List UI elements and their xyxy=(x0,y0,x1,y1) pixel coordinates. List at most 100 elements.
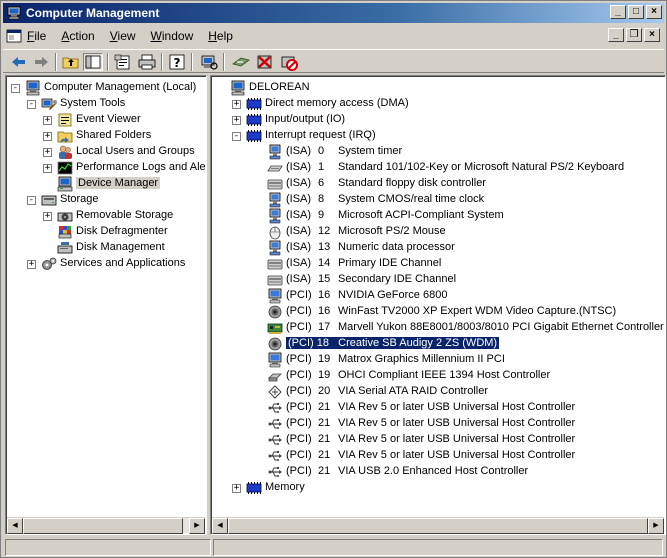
category-label: Input/output (IO) xyxy=(265,113,346,125)
tree-event-viewer[interactable]: + Event Viewer xyxy=(7,112,206,128)
irq-device-row[interactable]: (PCI) 21 VIA USB 2.0 Enhanced Host Control… xyxy=(212,464,665,480)
irq-number: 17 xyxy=(318,321,331,333)
forward-arrow-icon[interactable] xyxy=(31,53,51,71)
irq-device-row[interactable]: (ISA) 9 Microsoft ACPI-Compliant System xyxy=(212,208,665,224)
tree-disk-defragmenter[interactable]: Disk Defragmenter xyxy=(7,224,206,240)
child-minimize-button[interactable]: _ xyxy=(608,28,624,42)
tree-item-label: Services and Applications xyxy=(60,257,186,269)
category-row[interactable]: + Input/output (IO) xyxy=(212,112,665,128)
irq-device-row[interactable]: (PCI) 16 WinFast TV2000 XP Expert WDM Vide… xyxy=(212,304,665,320)
irq-device-row[interactable]: (PCI) 19 Matrox Graphics Millennium II PCI xyxy=(212,352,665,368)
category-row[interactable]: - Interrupt request (IRQ) xyxy=(212,128,665,144)
up-folder-icon[interactable] xyxy=(61,53,81,71)
right-horizontal-scrollbar[interactable]: ◀ ▶ xyxy=(212,517,664,534)
expand-icon[interactable]: + xyxy=(232,100,241,109)
collapse-icon[interactable]: - xyxy=(232,132,241,141)
tree-services-applications[interactable]: + Services and Applications xyxy=(7,256,206,272)
help-icon[interactable]: ? xyxy=(167,53,187,71)
category-row[interactable]: + Direct memory access (DMA) xyxy=(212,96,665,112)
child-close-button[interactable]: × xyxy=(644,28,660,42)
device-name: System timer xyxy=(338,145,403,157)
device-name: VIA Serial ATA RAID Controller xyxy=(338,385,488,397)
expand-icon[interactable]: + xyxy=(43,132,52,141)
scroll-right-arrow-icon[interactable]: ▶ xyxy=(648,518,664,534)
irq-bus: (PCI) xyxy=(286,433,312,445)
irq-device-row[interactable]: (PCI) 21 VIA Rev 5 or later USB Universal … xyxy=(212,432,665,448)
irq-device-row[interactable]: (ISA) 12 Microsoft PS/2 Mouse xyxy=(212,224,665,240)
expand-icon[interactable]: + xyxy=(43,116,52,125)
back-arrow-icon[interactable] xyxy=(9,53,29,71)
irq-device-row[interactable]: (ISA) 1 Standard 101/102-Key or Microsoft … xyxy=(212,160,665,176)
tree-performance-logs[interactable]: + Performance Logs and Alerts xyxy=(7,160,206,176)
device-name: Standard floppy disk controller xyxy=(338,177,486,189)
expand-icon[interactable]: + xyxy=(232,484,241,493)
tree-removable-storage[interactable]: + Removable Storage xyxy=(7,208,206,224)
scroll-thumb[interactable] xyxy=(228,518,648,534)
irq-number: 1 xyxy=(318,161,325,173)
expand-icon[interactable]: + xyxy=(43,212,52,221)
collapse-icon[interactable]: - xyxy=(27,100,36,109)
tree-storage[interactable]: - Storage xyxy=(7,192,206,208)
show-hide-tree-button[interactable] xyxy=(83,53,103,71)
irq-device-row[interactable]: (PCI) 21 VIA Rev 5 or later USB Universal … xyxy=(212,416,665,432)
irq-device-row[interactable]: (ISA) 13 Numeric data processor xyxy=(212,240,665,256)
scroll-right-arrow-icon[interactable]: ▶ xyxy=(189,518,205,534)
disable-device-icon[interactable] xyxy=(279,53,299,71)
expand-icon[interactable]: + xyxy=(43,148,52,157)
tree-device-manager[interactable]: Device Manager xyxy=(7,176,206,192)
scroll-thumb[interactable] xyxy=(23,518,183,534)
menu-file[interactable]: File xyxy=(27,29,46,43)
device-tree-root[interactable]: DELOREAN xyxy=(212,80,665,96)
tree-local-users[interactable]: + Local Users and Groups xyxy=(7,144,206,160)
device-name: Microsoft PS/2 Mouse xyxy=(338,225,446,237)
disk-management-icon xyxy=(57,240,73,256)
irq-device-row[interactable]: (PCI) 20 VIA Serial ATA RAID Controller xyxy=(212,384,665,400)
child-restore-button[interactable]: ❐ xyxy=(626,28,642,42)
title-bar[interactable]: Computer Management _ □ × xyxy=(3,3,664,23)
scan-hardware-icon[interactable] xyxy=(199,53,219,71)
irq-bus: (ISA) xyxy=(286,145,312,157)
mmc-document-icon[interactable] xyxy=(6,28,22,44)
scroll-left-arrow-icon[interactable]: ◀ xyxy=(7,518,23,534)
expand-icon[interactable]: + xyxy=(43,164,52,173)
irq-device-row[interactable]: (PCI) 17 Marvell Yukon 88E8001/8003/8010 P… xyxy=(212,320,665,336)
irq-number: 12 xyxy=(318,225,331,237)
io-icon xyxy=(246,112,262,128)
tree-disk-management[interactable]: Disk Management xyxy=(7,240,206,256)
scroll-left-arrow-icon[interactable]: ◀ xyxy=(212,518,228,534)
maximize-button[interactable]: □ xyxy=(628,5,644,19)
tree-item-label: Performance Logs and Alerts xyxy=(76,161,207,173)
update-driver-icon[interactable] xyxy=(231,53,251,71)
firewire-icon xyxy=(267,368,283,384)
tree-system-tools[interactable]: - System Tools xyxy=(7,96,206,112)
category-row[interactable]: + Memory xyxy=(212,480,665,496)
mouse-icon xyxy=(267,224,283,240)
tree-shared-folders[interactable]: + Shared Folders xyxy=(7,128,206,144)
menu-help[interactable]: Help xyxy=(208,29,233,43)
irq-device-row[interactable]: (PCI) 19 OHCI Compliant IEEE 1394 Host Con… xyxy=(212,368,665,384)
irq-device-row[interactable]: (PCI) 21 VIA Rev 5 or later USB Universal … xyxy=(212,400,665,416)
uninstall-icon[interactable] xyxy=(255,53,275,71)
collapse-icon[interactable]: - xyxy=(11,84,20,93)
expand-icon[interactable]: + xyxy=(27,260,36,269)
irq-device-row[interactable]: (PCI) 16 NVIDIA GeForce 6800 xyxy=(212,288,665,304)
irq-device-row[interactable]: (PCI) 21 VIA Rev 5 or later USB Universal … xyxy=(212,448,665,464)
irq-device-row[interactable]: (ISA) 14 Primary IDE Channel xyxy=(212,256,665,272)
menu-action[interactable]: Action xyxy=(61,29,94,43)
tree-computer-management[interactable]: - Computer Management (Local) xyxy=(7,80,206,96)
left-horizontal-scrollbar[interactable]: ◀ ▶ xyxy=(7,517,205,534)
collapse-icon[interactable]: - xyxy=(27,196,36,205)
menu-view[interactable]: View xyxy=(110,29,136,43)
expand-icon[interactable]: + xyxy=(232,116,241,125)
computer-icon xyxy=(230,80,246,96)
irq-device-row[interactable]: (ISA) 6 Standard floppy disk controller xyxy=(212,176,665,192)
minimize-button[interactable]: _ xyxy=(610,5,626,19)
print-icon[interactable] xyxy=(137,53,157,71)
properties-icon[interactable] xyxy=(113,53,133,71)
close-button[interactable]: × xyxy=(646,5,662,19)
menu-window[interactable]: Window xyxy=(151,29,194,43)
irq-device-row[interactable]: (ISA) 0 System timer xyxy=(212,144,665,160)
irq-device-row[interactable]: (PCI) 18 Creative SB Audigy 2 ZS (WDM) xyxy=(212,336,665,352)
irq-device-row[interactable]: (ISA) 15 Secondary IDE Channel xyxy=(212,272,665,288)
irq-device-row[interactable]: (ISA) 8 System CMOS/real time clock xyxy=(212,192,665,208)
